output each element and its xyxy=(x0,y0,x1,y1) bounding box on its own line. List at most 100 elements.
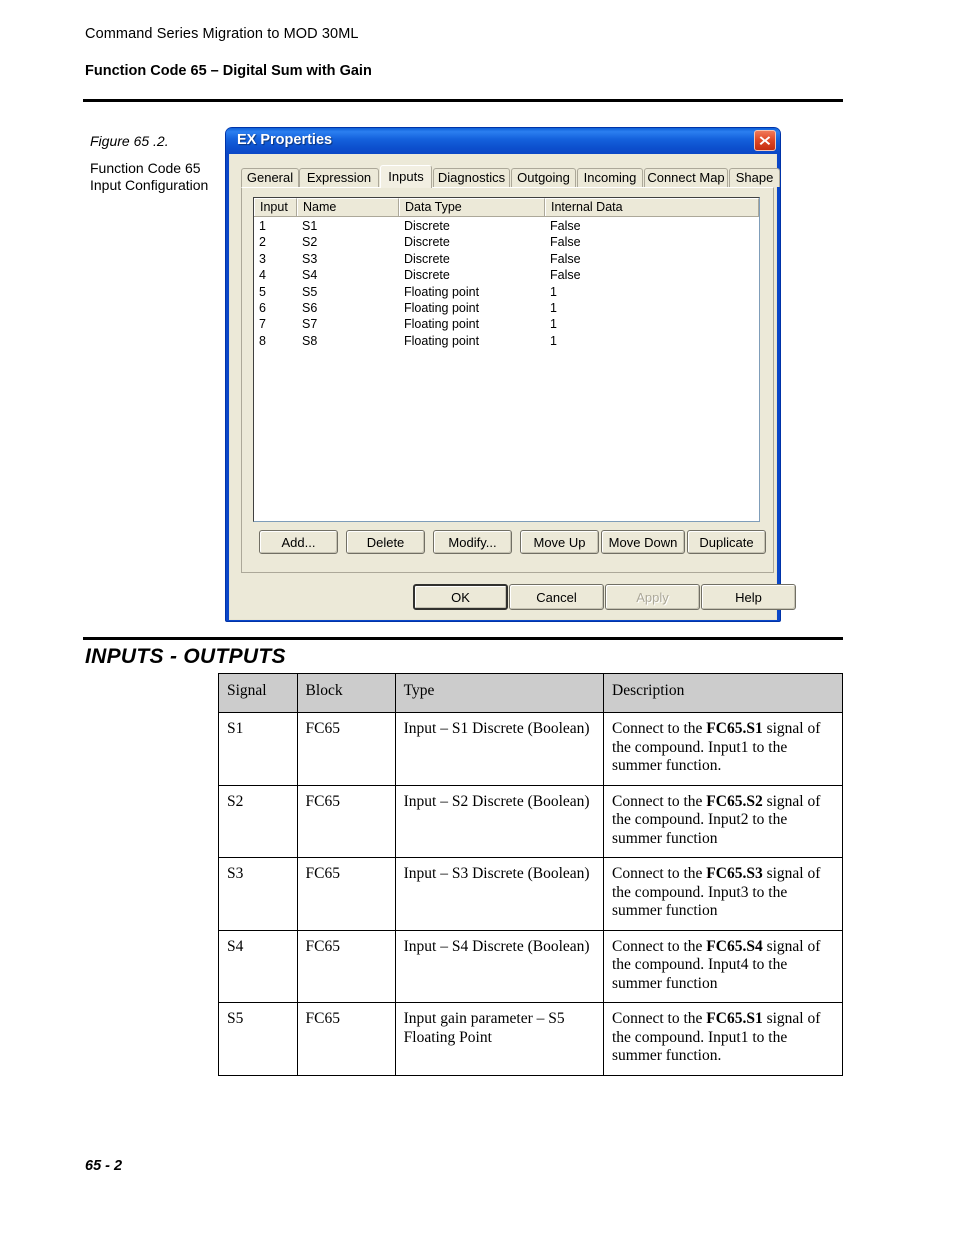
figure-number: Figure 65 .2. xyxy=(90,133,169,149)
running-head: Command Series Migration to MOD 30ML xyxy=(85,26,359,42)
add-button[interactable]: Add... xyxy=(259,530,338,554)
column-header-internal-data[interactable]: Internal Data xyxy=(545,198,759,216)
desc-pre: Connect to the xyxy=(612,865,707,882)
io-header-signal: Signal xyxy=(218,673,298,713)
io-cell-signal: S1 xyxy=(218,712,298,786)
ex-properties-dialog: EX Properties General Expression Inputs … xyxy=(225,127,796,622)
cell-internal-data: False xyxy=(550,219,581,233)
io-cell-type: Input – S1 Discrete (Boolean) xyxy=(394,712,605,786)
apply-button: Apply xyxy=(605,584,700,610)
io-section-title: INPUTS - OUTPUTS xyxy=(85,645,286,668)
io-cell-block: FC65 xyxy=(296,712,396,786)
cell-name: S5 xyxy=(302,284,318,299)
close-icon[interactable] xyxy=(754,130,776,151)
table-row: S5 FC65 Input gain parameter – S5 Floati… xyxy=(218,1002,843,1076)
cell-internal-data: 1 xyxy=(550,333,557,348)
tab-connect-map[interactable]: Connect Map xyxy=(644,168,728,187)
table-row[interactable]: 8 S8 Floating point 1 xyxy=(254,333,759,349)
cell-input: 7 xyxy=(259,317,266,332)
table-row: S1 FC65 Input – S1 Discrete (Boolean) Co… xyxy=(218,712,843,786)
ok-button[interactable]: OK xyxy=(413,584,508,610)
desc-pre: Connect to the xyxy=(612,720,707,737)
io-cell-type: Input gain parameter – S5 Floating Point xyxy=(394,1002,605,1076)
io-cell-block: FC65 xyxy=(296,929,396,1003)
move-down-button[interactable]: Move Down xyxy=(601,530,685,554)
table-row: S4 FC65 Input – S4 Discrete (Boolean) Co… xyxy=(218,929,843,1003)
column-header-data-type[interactable]: Data Type xyxy=(399,198,545,216)
dialog-titlebar[interactable]: EX Properties xyxy=(226,128,780,154)
tab-inputs[interactable]: Inputs xyxy=(380,165,432,188)
desc-signal-ref: FC65.S4 xyxy=(706,937,763,955)
io-cell-signal: S5 xyxy=(218,1002,298,1076)
io-cell-block: FC65 xyxy=(296,857,396,931)
cell-name: S1 xyxy=(302,219,318,233)
cell-input: 4 xyxy=(259,268,266,283)
desc-signal-ref: FC65.S2 xyxy=(706,792,763,810)
listview-rows: 1 S1 Discrete False 2 S2 Discrete False … xyxy=(254,217,759,349)
page-number: 65 - 2 xyxy=(85,1158,123,1174)
io-section-divider xyxy=(83,637,843,640)
section-heading: Function Code 65 – Digital Sum with Gain xyxy=(85,63,372,79)
delete-button[interactable]: Delete xyxy=(346,530,425,554)
move-up-button[interactable]: Move Up xyxy=(520,530,599,554)
cell-input: 2 xyxy=(259,235,266,250)
tab-incoming[interactable]: Incoming xyxy=(577,168,643,187)
table-row[interactable]: 1 S1 Discrete False xyxy=(254,218,759,234)
cell-name: S8 xyxy=(302,333,318,348)
cancel-button[interactable]: Cancel xyxy=(509,584,604,610)
table-row[interactable]: 4 S4 Discrete False xyxy=(254,267,759,283)
io-cell-type: Input – S2 Discrete (Boolean) xyxy=(394,784,605,858)
io-cell-signal: S3 xyxy=(218,857,298,931)
desc-signal-ref: FC65.S1 xyxy=(706,1010,763,1027)
cell-internal-data: False xyxy=(550,251,581,266)
inputs-tab-page: Input Name Data Type Internal Data 1 S1 … xyxy=(241,187,774,573)
cell-input: 5 xyxy=(259,284,266,299)
header-divider xyxy=(83,99,843,102)
help-button[interactable]: Help xyxy=(701,584,796,610)
table-row[interactable]: 3 S3 Discrete False xyxy=(254,251,759,267)
tab-outgoing[interactable]: Outgoing xyxy=(511,168,576,187)
table-row[interactable]: 5 S5 Floating point 1 xyxy=(254,284,759,300)
io-cell-signal: S2 xyxy=(218,784,298,858)
io-cell-block: FC65 xyxy=(296,784,396,858)
tab-shape[interactable]: Shape xyxy=(729,168,780,187)
io-cell-signal: S4 xyxy=(218,929,298,1003)
dialog-title: EX Properties xyxy=(237,132,333,148)
cell-input: 3 xyxy=(259,251,266,266)
desc-pre: Connect to the xyxy=(612,937,707,955)
tab-expression[interactable]: Expression xyxy=(299,168,379,187)
tab-general[interactable]: General xyxy=(241,168,299,187)
table-row[interactable]: 7 S7 Floating point 1 xyxy=(254,316,759,332)
io-cell-type: Input – S3 Discrete (Boolean) xyxy=(394,857,605,931)
io-cell-block: FC65 xyxy=(296,1002,396,1076)
cell-internal-data: 1 xyxy=(550,300,557,315)
column-header-name[interactable]: Name xyxy=(297,198,399,216)
table-row[interactable]: 2 S2 Discrete False xyxy=(254,234,759,250)
cell-internal-data: 1 xyxy=(550,284,557,299)
listview-button-row: Add... Delete Modify... Move Up Move Dow… xyxy=(253,530,766,554)
inputs-listview[interactable]: Input Name Data Type Internal Data 1 S1 … xyxy=(253,197,760,522)
duplicate-button[interactable]: Duplicate xyxy=(687,530,766,554)
io-cell-description: Connect to the FC65.S1 signal of the com… xyxy=(603,1002,843,1076)
cell-name: S2 xyxy=(302,235,318,250)
cell-internal-data: False xyxy=(550,268,581,283)
cell-data-type: Discrete xyxy=(404,268,450,283)
dialog-tabstrip: General Expression Inputs Diagnostics Ou… xyxy=(241,165,780,188)
table-row[interactable]: 6 S6 Floating point 1 xyxy=(254,300,759,316)
cell-data-type: Floating point xyxy=(404,317,480,332)
cell-data-type: Discrete xyxy=(404,235,450,250)
io-cell-description: Connect to the FC65.S1 signal of the com… xyxy=(603,712,843,786)
cell-data-type: Discrete xyxy=(404,251,450,266)
cell-internal-data: False xyxy=(550,235,581,250)
cell-name: S6 xyxy=(302,300,318,315)
io-cell-description: Connect to the FC65.S2 signal of the com… xyxy=(603,784,843,858)
modify-button[interactable]: Modify... xyxy=(433,530,512,554)
cell-data-type: Floating point xyxy=(404,284,480,299)
io-cell-description: Connect to the FC65.S4 signal of the com… xyxy=(603,929,843,1003)
cell-name: S4 xyxy=(302,268,318,283)
tab-diagnostics[interactable]: Diagnostics xyxy=(433,168,510,187)
cell-name: S3 xyxy=(302,251,318,266)
io-cell-description: Connect to the FC65.S3 signal of the com… xyxy=(603,857,843,931)
io-header-block: Block xyxy=(296,673,396,713)
column-header-input[interactable]: Input xyxy=(254,198,297,216)
